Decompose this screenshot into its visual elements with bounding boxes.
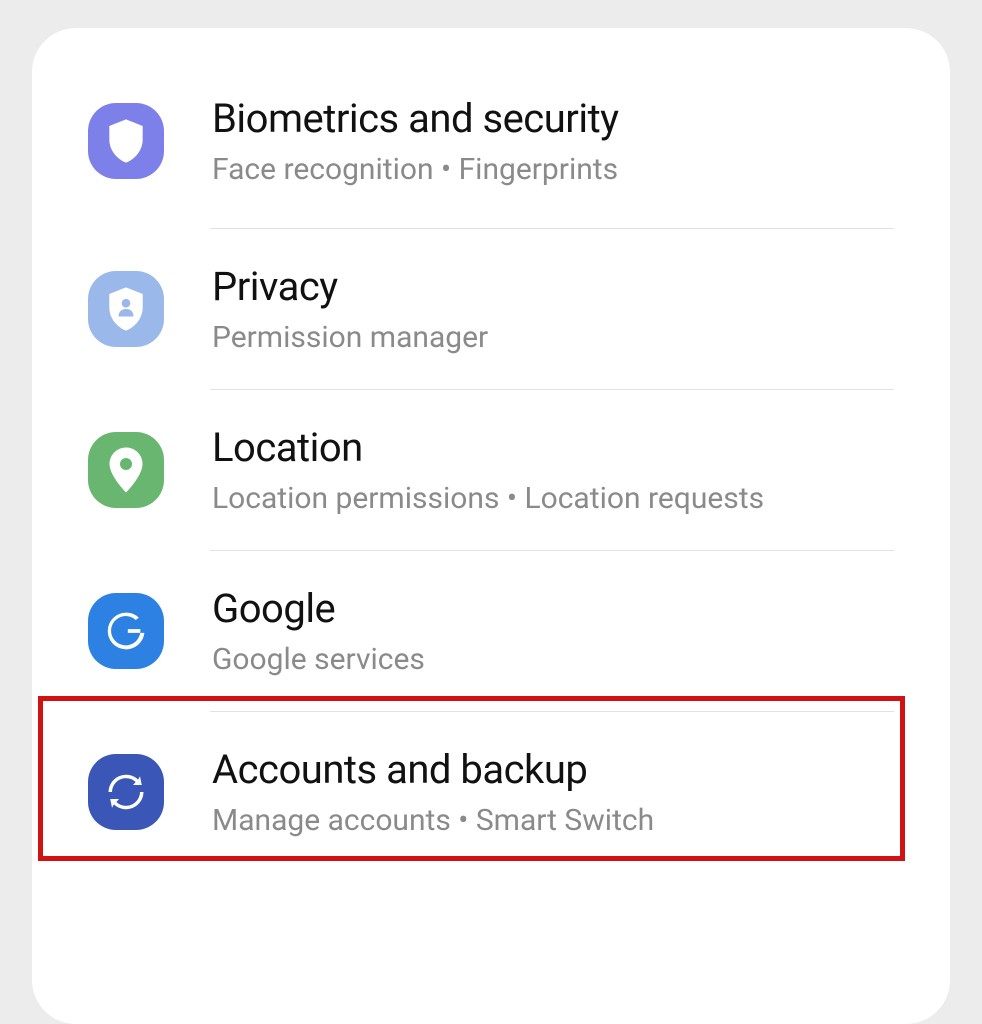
- settings-item-title: Accounts and backup: [212, 745, 894, 795]
- shield-icon: [88, 103, 164, 179]
- settings-item-subtitle: Permission manager: [212, 318, 894, 357]
- settings-item-subtitle: Manage accounts • Smart Switch: [212, 801, 894, 840]
- google-g-icon: [88, 593, 164, 669]
- settings-item-title: Location: [212, 423, 894, 473]
- settings-item-google[interactable]: Google Google services: [32, 551, 950, 711]
- settings-item-accounts-backup[interactable]: Accounts and backup Manage accounts • Sm…: [32, 712, 950, 872]
- sync-icon: [88, 754, 164, 830]
- privacy-shield-icon: [88, 271, 164, 347]
- settings-card: Biometrics and security Face recognition…: [32, 28, 950, 1024]
- settings-item-title: Privacy: [212, 262, 894, 312]
- settings-item-title: Google: [212, 584, 894, 634]
- settings-item-title: Biometrics and security: [212, 94, 894, 144]
- settings-item-subtitle: Face recognition • Fingerprints: [212, 150, 894, 189]
- location-pin-icon: [88, 432, 164, 508]
- settings-item-subtitle: Google services: [212, 640, 894, 679]
- settings-item-privacy[interactable]: Privacy Permission manager: [32, 229, 950, 389]
- settings-item-location[interactable]: Location Location permissions • Location…: [32, 390, 950, 550]
- settings-item-subtitle: Location permissions • Location requests: [212, 479, 894, 518]
- settings-item-biometrics[interactable]: Biometrics and security Face recognition…: [32, 68, 950, 228]
